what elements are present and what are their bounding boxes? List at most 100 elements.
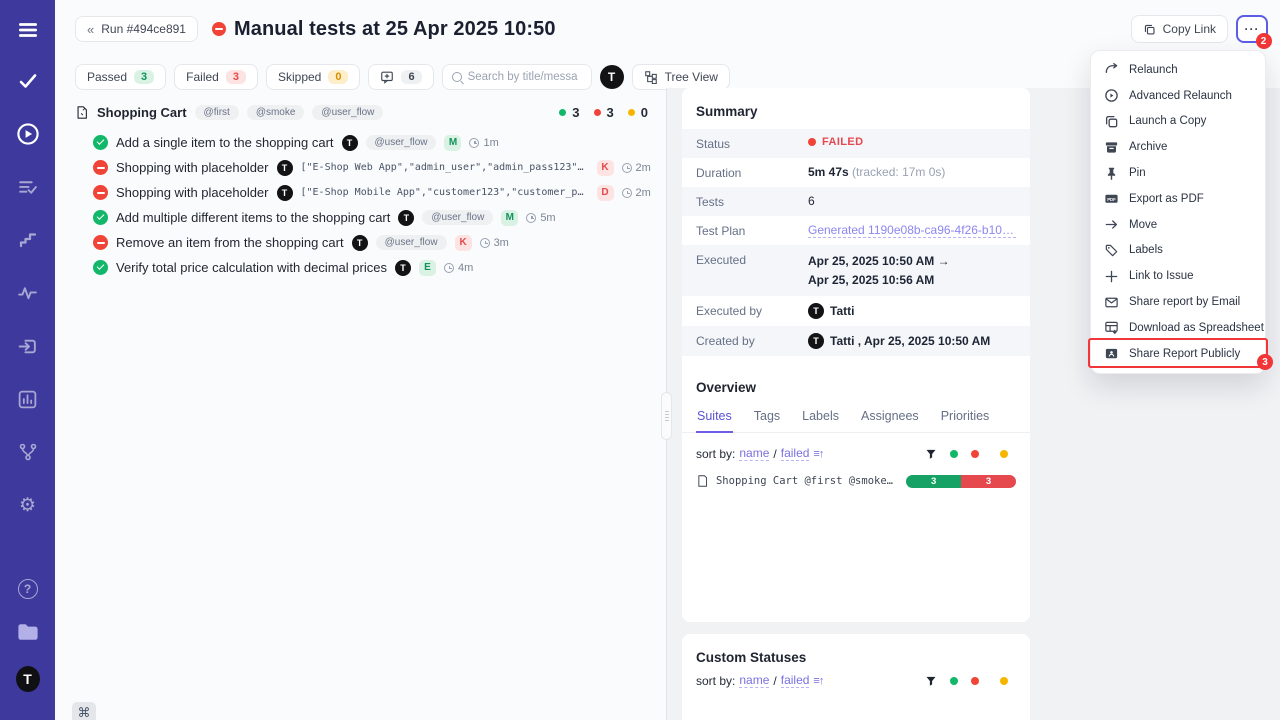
command-shortcut-button[interactable]: ⌘ xyxy=(72,702,96,720)
tab-priorities[interactable]: Priorities xyxy=(940,405,991,432)
test-tag[interactable]: @user_flow xyxy=(422,210,493,225)
summary-row-executed-by: Executed by TTatti xyxy=(682,296,1030,326)
suite-tag[interactable]: @user_flow xyxy=(312,105,383,120)
tab-assignees[interactable]: Assignees xyxy=(860,405,920,432)
run-letter-badge: E xyxy=(419,260,436,276)
sidebar-item-import[interactable] xyxy=(16,334,40,358)
failed-filter-dot[interactable] xyxy=(971,450,979,458)
sidebar-item-analytics[interactable] xyxy=(16,387,40,411)
menu-item-launch-a-copy[interactable]: Launch a Copy xyxy=(1091,109,1265,135)
test-row[interactable]: Remove an item from the shopping cart T … xyxy=(93,230,660,255)
tests-label: Tests xyxy=(696,194,808,209)
sort-failed-link[interactable]: failed xyxy=(781,446,810,461)
search-icon xyxy=(452,72,462,82)
skipped-filter-dot[interactable] xyxy=(1000,677,1008,685)
sort-direction-icon[interactable]: ≡↑ xyxy=(813,448,823,460)
overview-suite-label[interactable]: Shopping Cart @first @smoke … xyxy=(716,475,899,487)
sort-name-link[interactable]: name xyxy=(739,673,769,688)
more-actions-button[interactable]: ··· 2 xyxy=(1236,15,1268,43)
filter-funnel-icon[interactable] xyxy=(925,675,937,687)
run-letter-badge: K xyxy=(455,235,472,251)
run-failed-status-icon xyxy=(212,22,226,36)
tab-suites[interactable]: Suites xyxy=(696,405,733,433)
test-plan-link[interactable]: Generated 1190e08b-ca96-4f26-b10f-d6dc..… xyxy=(808,223,1016,238)
email-icon xyxy=(1104,295,1119,310)
sort-name-link[interactable]: name xyxy=(739,446,769,461)
sidebar-item-help[interactable]: ? xyxy=(16,577,40,601)
menu-item-link-to-issue[interactable]: Link to Issue xyxy=(1091,263,1265,289)
test-row[interactable]: Shopping with placeholder T ["E-Shop Mob… xyxy=(93,180,660,205)
sort-direction-icon[interactable]: ≡↑ xyxy=(813,675,823,687)
passed-filter-dot[interactable] xyxy=(950,450,958,458)
failed-status-icon xyxy=(93,185,108,200)
executed-from: Apr 25, 2025 10:50 AM → xyxy=(808,254,950,268)
menu-item-share-report-by-email[interactable]: Share report by Email xyxy=(1091,289,1265,315)
test-row[interactable]: Shopping with placeholder T ["E-Shop Web… xyxy=(93,155,660,180)
filter-skipped-button[interactable]: Skipped 0 xyxy=(266,64,361,90)
executed-by-value: Tatti xyxy=(830,304,854,318)
passed-status-icon xyxy=(93,260,108,275)
tab-labels[interactable]: Labels xyxy=(801,405,840,432)
sidebar-item-activity[interactable] xyxy=(16,281,40,305)
copy-link-button[interactable]: Copy Link xyxy=(1131,15,1228,43)
assignee-avatar: T xyxy=(277,160,293,176)
menu-item-labels[interactable]: Labels xyxy=(1091,238,1265,264)
sort-failed-link[interactable]: failed xyxy=(781,673,810,688)
menu-item-relaunch[interactable]: Relaunch xyxy=(1091,57,1265,83)
pane-resize-handle[interactable] xyxy=(661,392,672,440)
menu-icon[interactable] xyxy=(16,18,40,42)
suite-tag[interactable]: @first xyxy=(195,105,239,120)
run-letter-badge: D xyxy=(597,185,614,201)
suite-file-icon xyxy=(75,105,89,120)
test-tag[interactable]: @user_flow xyxy=(366,135,437,150)
search-box xyxy=(442,64,592,90)
sidebar-item-runs[interactable] xyxy=(16,122,40,146)
tree-view-button[interactable]: Tree View xyxy=(632,64,730,90)
user-avatar[interactable]: T xyxy=(16,667,40,691)
clock-icon xyxy=(622,188,632,198)
menu-item-export-as-pdf[interactable]: PDF Export as PDF xyxy=(1091,186,1265,212)
clock-icon xyxy=(526,213,536,223)
share-publicly-icon xyxy=(1104,346,1119,361)
custom-statuses-card: Custom Statuses sort by: name / failed ≡… xyxy=(682,634,1030,720)
failed-label: Failed xyxy=(186,70,219,84)
test-tag[interactable]: @user_flow xyxy=(376,235,447,250)
failed-filter-dot[interactable] xyxy=(971,677,979,685)
copy-link-label: Copy Link xyxy=(1163,22,1216,36)
filter-comments-button[interactable]: 6 xyxy=(368,64,433,90)
summary-row-tests: Tests 6 xyxy=(682,187,1030,216)
sidebar-item-milestones[interactable] xyxy=(16,228,40,252)
tab-tags[interactable]: Tags xyxy=(753,405,781,432)
custom-statuses-title: Custom Statuses xyxy=(682,634,1030,667)
duration-tracked: (tracked: 17m 0s) xyxy=(852,165,945,179)
suite-tag[interactable]: @smoke xyxy=(247,105,305,120)
assignee-avatar: T xyxy=(395,260,411,276)
summary-row-created-by: Created by TTatti , Apr 25, 2025 10:50 A… xyxy=(682,326,1030,356)
suite-row[interactable]: Shopping Cart @first @smoke @user_flow 3… xyxy=(75,102,660,122)
sidebar-item-branches[interactable] xyxy=(16,440,40,464)
suite-name: Shopping Cart xyxy=(97,105,187,120)
test-row[interactable]: Add a single item to the shopping cart T… xyxy=(93,130,660,155)
test-row[interactable]: Add multiple different items to the shop… xyxy=(93,205,660,230)
menu-item-label: Launch a Copy xyxy=(1129,115,1206,127)
menu-item-download-as-spreadsheet[interactable]: Download as Spreadsheet xyxy=(1091,315,1265,341)
menu-item-pin[interactable]: Pin xyxy=(1091,160,1265,186)
test-row[interactable]: Verify total price calculation with deci… xyxy=(93,255,660,280)
filter-failed-button[interactable]: Failed 3 xyxy=(174,64,258,90)
passed-filter-dot[interactable] xyxy=(950,677,958,685)
filter-funnel-icon[interactable] xyxy=(925,448,937,460)
menu-item-archive[interactable]: Archive xyxy=(1091,134,1265,160)
menu-item-share-report-publicly[interactable]: Share Report Publicly xyxy=(1091,341,1265,367)
menu-item-advanced-relaunch[interactable]: Advanced Relaunch xyxy=(1091,83,1265,109)
search-input[interactable] xyxy=(468,71,578,83)
menu-item-move[interactable]: Move xyxy=(1091,212,1265,238)
sidebar-item-plans[interactable] xyxy=(16,175,40,199)
sidebar-item-settings[interactable]: ⚙ xyxy=(16,493,40,517)
summary-row-executed: Executed Apr 25, 2025 10:50 AM →Apr 25, … xyxy=(682,245,1030,296)
back-to-run-button[interactable]: « Run #494ce891 xyxy=(75,16,198,42)
skipped-filter-dot[interactable] xyxy=(1000,450,1008,458)
filter-passed-button[interactable]: Passed 3 xyxy=(75,64,166,90)
assignee-filter-avatar[interactable]: T xyxy=(600,65,624,89)
sidebar-item-projects[interactable] xyxy=(16,620,40,644)
sidebar-item-tests[interactable] xyxy=(16,69,40,93)
